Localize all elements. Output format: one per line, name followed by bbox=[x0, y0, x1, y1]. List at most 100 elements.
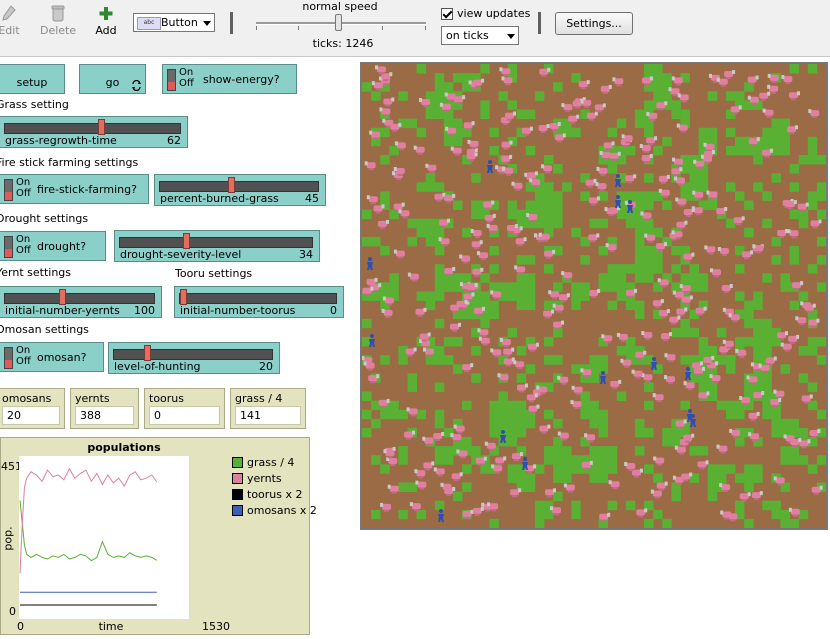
grass-patch bbox=[534, 509, 545, 520]
slider-thumb[interactable] bbox=[183, 233, 191, 249]
monitor-value: 0 bbox=[154, 409, 161, 422]
legend-label: toorus x 2 bbox=[247, 488, 303, 501]
level-of-hunting-slider[interactable]: level-of-hunting 20 bbox=[108, 342, 280, 374]
grass-patch bbox=[525, 291, 536, 301]
grass-patch bbox=[789, 245, 800, 256]
go-button[interactable]: go bbox=[79, 64, 146, 94]
view-updates-checkbox[interactable] bbox=[441, 8, 453, 20]
grass-patch bbox=[634, 109, 645, 119]
grass-patch bbox=[771, 409, 781, 420]
grass-patch bbox=[816, 336, 826, 347]
widget-type-value: Button bbox=[161, 16, 198, 29]
grass-patch bbox=[516, 209, 527, 220]
drought-severity-level-slider[interactable]: drought-severity-level 34 bbox=[114, 230, 320, 262]
grass-patch bbox=[480, 64, 490, 74]
grass-patch bbox=[634, 236, 645, 247]
settings-button[interactable]: Settings... bbox=[555, 12, 633, 35]
grass-patch bbox=[780, 364, 791, 374]
initial-number-toorus-slider[interactable]: initial-number-toorus 0 bbox=[174, 286, 344, 318]
omosan-switch[interactable]: On Off omosan? bbox=[0, 342, 104, 372]
fire-stick-farming-switch[interactable]: On Off fire-stick-farming? bbox=[0, 174, 149, 204]
grass-patch bbox=[434, 227, 445, 238]
grass-patch bbox=[462, 400, 472, 411]
grass-patch bbox=[607, 273, 618, 283]
grass-patch bbox=[507, 291, 518, 301]
grass-patch bbox=[598, 464, 609, 474]
grass-patch bbox=[735, 409, 745, 420]
grass-patch bbox=[634, 273, 645, 283]
grass-patch bbox=[543, 182, 554, 192]
monitor-value: 20 bbox=[7, 409, 21, 422]
setup-button[interactable]: setup bbox=[0, 64, 65, 94]
grass-patch bbox=[425, 109, 436, 119]
edit-button[interactable]: Edit bbox=[0, 2, 24, 37]
grass-patch bbox=[589, 446, 599, 456]
grass-patch bbox=[807, 64, 818, 74]
grass-patch bbox=[671, 109, 681, 119]
slider-thumb[interactable] bbox=[180, 289, 187, 305]
grass-patch bbox=[571, 127, 581, 138]
grass-patch bbox=[443, 446, 454, 456]
slider-thumb[interactable] bbox=[97, 119, 105, 135]
grass-patch bbox=[607, 300, 618, 311]
slider-thumb[interactable] bbox=[59, 289, 67, 305]
grass-patch bbox=[489, 418, 499, 429]
world-canvas[interactable] bbox=[362, 64, 826, 528]
slider-thumb[interactable] bbox=[144, 345, 152, 361]
grass-patch bbox=[571, 291, 581, 301]
grass-patch bbox=[425, 300, 436, 311]
update-mode-select[interactable]: on ticks bbox=[441, 26, 519, 45]
grass-patch bbox=[771, 427, 781, 438]
grass-patch bbox=[498, 391, 508, 402]
grass-patch bbox=[816, 191, 826, 201]
grass-patch bbox=[416, 182, 427, 192]
grass-patch bbox=[698, 446, 709, 456]
grass-patch bbox=[407, 373, 417, 383]
grass-patch bbox=[707, 473, 718, 483]
grass-patch bbox=[534, 464, 545, 474]
grass-patch bbox=[434, 182, 445, 192]
initial-number-yernts-slider[interactable]: initial-number-yernts 100 bbox=[0, 286, 162, 318]
switch-toggle bbox=[4, 347, 13, 369]
grass-patch bbox=[771, 127, 781, 138]
grass-patch bbox=[571, 464, 581, 474]
grass-patch bbox=[389, 273, 399, 283]
world-view[interactable] bbox=[360, 62, 828, 530]
grass-patch bbox=[816, 409, 826, 420]
grass-patch bbox=[489, 127, 499, 138]
grass-patch bbox=[789, 446, 800, 456]
grass-patch bbox=[634, 300, 645, 311]
plot-area bbox=[19, 456, 189, 619]
widget-type-select[interactable]: abc Button bbox=[133, 13, 215, 32]
slider-thumb[interactable] bbox=[228, 177, 236, 193]
slider-name: grass-regrowth-time bbox=[5, 134, 117, 147]
grass-patch bbox=[789, 418, 800, 429]
grass-patch bbox=[671, 264, 681, 274]
grass-patch bbox=[452, 273, 463, 283]
drought-switch[interactable]: On Off drought? bbox=[0, 231, 106, 261]
grass-patch bbox=[753, 464, 763, 474]
grass-patch bbox=[725, 91, 736, 101]
show-energy-switch[interactable]: On Off show-energy? bbox=[162, 64, 297, 94]
grass-patch bbox=[562, 473, 572, 483]
grass-patch bbox=[716, 473, 727, 483]
grass-patch bbox=[580, 291, 590, 301]
grass-patch bbox=[553, 464, 563, 474]
percent-burned-grass-slider[interactable]: percent-burned-grass 45 bbox=[154, 174, 326, 206]
grass-patch bbox=[816, 209, 826, 220]
omosans-monitor: omosans 20 bbox=[0, 388, 65, 429]
grass-patch bbox=[562, 446, 572, 456]
grass-patch bbox=[762, 373, 772, 383]
grass-patch bbox=[771, 500, 781, 511]
delete-button[interactable]: Delete bbox=[40, 2, 76, 37]
grass-regrowth-time-slider[interactable]: grass-regrowth-time 62 bbox=[0, 116, 188, 148]
grass-patch bbox=[725, 400, 736, 411]
grass-patch bbox=[371, 509, 381, 520]
grass-patch bbox=[452, 364, 463, 374]
grass-patch bbox=[553, 446, 563, 456]
slider-value: 62 bbox=[167, 134, 181, 147]
add-button[interactable]: Add bbox=[92, 2, 120, 37]
speed-slider-thumb[interactable] bbox=[335, 14, 342, 31]
grass-patch bbox=[807, 154, 818, 165]
grass-patch bbox=[543, 264, 554, 274]
